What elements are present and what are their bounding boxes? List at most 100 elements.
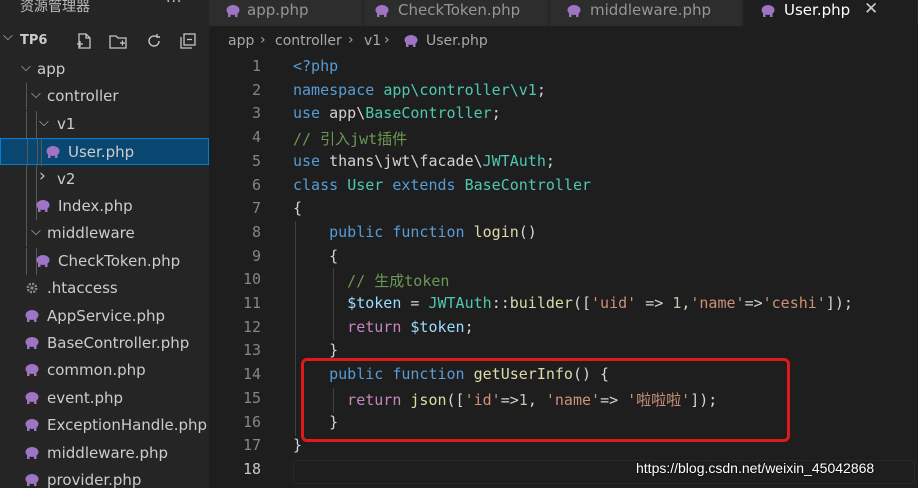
code-token: =>	[744, 294, 763, 312]
tab-label: app.php	[247, 1, 309, 19]
php-elephant-icon	[567, 5, 581, 17]
tab-checktoken-php[interactable]: CheckToken.php	[364, 0, 549, 26]
code-token: extends	[392, 175, 465, 194]
code-line: 3 use app\BaseController;	[209, 102, 918, 126]
tab-label: middleware.php	[590, 1, 712, 19]
php-elephant-icon	[25, 419, 39, 432]
code-token: builder	[509, 294, 573, 312]
tree-item-v1[interactable]: ⌵ v1	[0, 110, 209, 138]
tree-item-label: BaseController.php	[47, 334, 190, 352]
code-line: 5 use thans\jwt\facade\JWTAuth;	[209, 150, 918, 174]
tab-user-php[interactable]: User.php ✕	[744, 0, 918, 26]
collapse-all-icon[interactable]	[178, 31, 198, 51]
code-line: 1 <?php	[209, 55, 918, 79]
php-elephant-icon	[25, 446, 39, 459]
tree-item-label: .htaccess	[47, 279, 118, 298]
tree-item-checktoken-php[interactable]: CheckToken.php	[0, 247, 209, 275]
code-token: <?php	[293, 57, 339, 75]
chevron-right-icon: ›	[384, 32, 390, 48]
tree-item-index-php[interactable]: Index.php	[0, 193, 209, 220]
code-line: 6 class User extends BaseController	[209, 174, 918, 198]
workspace-header[interactable]: ⌵ TP6	[0, 29, 209, 55]
new-file-icon[interactable]	[74, 31, 94, 51]
tree-item-label: controller	[47, 87, 119, 106]
code-token: BaseController	[365, 104, 492, 123]
tab-middleware-php[interactable]: middleware.php	[550, 0, 743, 26]
line-number: 16	[242, 412, 261, 431]
tree-item-middleware-php[interactable]: middleware.php	[0, 440, 209, 467]
breadcrumb-item[interactable]: controller	[275, 33, 342, 49]
tree-item-v2[interactable]: › v2	[0, 165, 209, 193]
php-elephant-icon	[36, 200, 50, 212]
tree-item-basecontroller-php[interactable]: BaseController.php	[0, 330, 209, 357]
code-text: $token = JWTAuth::builder(['uid' => 1,'n…	[293, 294, 853, 312]
chevron-right-icon: ›	[348, 32, 354, 48]
tree-item-htaccess[interactable]: .htaccess	[0, 275, 209, 302]
indent-guide	[26, 110, 27, 138]
annotation-box	[301, 358, 790, 442]
more-actions-icon[interactable]: ···	[166, 0, 182, 10]
code-token: $token	[347, 294, 402, 312]
tab-label: User.php	[784, 1, 851, 19]
chevron-right-icon: ›	[39, 165, 46, 186]
code-token: JWTAuth	[428, 294, 492, 312]
line-number: 12	[242, 317, 261, 336]
code-token: namespace	[293, 80, 384, 99]
tree-item-controller[interactable]: ⌵ controller	[0, 83, 209, 111]
php-elephant-icon	[25, 309, 39, 322]
breadcrumb-item[interactable]: User.php	[426, 33, 488, 49]
refresh-icon[interactable]	[144, 31, 164, 51]
code-token: 'uid'	[591, 294, 637, 312]
line-number: 3	[251, 104, 261, 123]
workspace-name: TP6	[20, 33, 48, 48]
code-token: use	[293, 104, 330, 123]
php-elephant-icon	[761, 5, 775, 17]
code-token: ([	[572, 294, 592, 312]
code-token: 'ceshi'	[762, 294, 826, 312]
code-token: // 引入jwt插件	[293, 130, 408, 149]
php-elephant-icon	[404, 35, 418, 47]
code-token: thans\jwt\facade\	[329, 151, 483, 170]
tree-item-appservice-php[interactable]: AppService.php	[0, 303, 209, 330]
tree-item-label: app	[37, 60, 66, 78]
line-number: 10	[242, 270, 261, 289]
tree-item-label: provider.php	[47, 471, 142, 488]
explorer-header: 资源管理器 ···	[0, 0, 209, 22]
new-folder-icon[interactable]	[108, 31, 128, 51]
tab-app-php[interactable]: app.php	[209, 0, 363, 26]
code-line: 11 $token = JWTAuth::builder(['uid' => 1…	[209, 292, 918, 316]
tree-item-user-php[interactable]: User.php	[0, 138, 209, 167]
tree-item-common-php[interactable]: common.php	[0, 357, 209, 384]
tree-item-exceptionhandle-php[interactable]: ExceptionHandle.php	[0, 412, 209, 439]
line-number: 8	[251, 222, 261, 241]
php-elephant-icon	[36, 254, 50, 267]
breadcrumb-item[interactable]: app	[228, 33, 254, 49]
tab-bar: app.php CheckToken.php middleware.php Us…	[209, 0, 918, 26]
indent-guide	[36, 165, 37, 193]
code-line: 7{	[209, 197, 918, 221]
code-text: }	[293, 436, 302, 454]
code-token: public	[293, 222, 393, 241]
code-text: namespace app\controller\v1;	[293, 81, 546, 99]
php-elephant-icon	[46, 146, 60, 159]
code-text: {	[293, 247, 338, 265]
chevron-down-icon: ⌵	[31, 224, 41, 240]
line-number: 5	[251, 151, 261, 170]
code-line: 10 // 生成token	[209, 268, 918, 292]
line-number: 13	[242, 341, 261, 360]
breadcrumb-item[interactable]: v1	[364, 33, 381, 49]
tree-item-event-php[interactable]: event.php	[0, 385, 209, 412]
explorer-title: 资源管理器	[20, 0, 90, 15]
code-token: use	[293, 151, 330, 170]
php-elephant-icon	[25, 474, 39, 486]
explorer-sidebar: 资源管理器 ··· ⌵ TP6 ⌵ app ⌵ controller ⌵ v1 User.p…	[0, 0, 209, 488]
tree-item-app[interactable]: ⌵ app	[0, 56, 209, 83]
line-number: 7	[251, 199, 261, 218]
indent-guide	[26, 193, 27, 220]
tree-item-middleware[interactable]: ⌵ middleware	[0, 220, 209, 248]
tree-item-provider-php[interactable]: provider.php	[0, 467, 209, 488]
code-line: 4 // 引入jwt插件	[209, 126, 918, 150]
line-number: 15	[242, 388, 261, 407]
line-number: 9	[251, 246, 261, 265]
close-icon[interactable]: ✕	[864, 0, 878, 19]
